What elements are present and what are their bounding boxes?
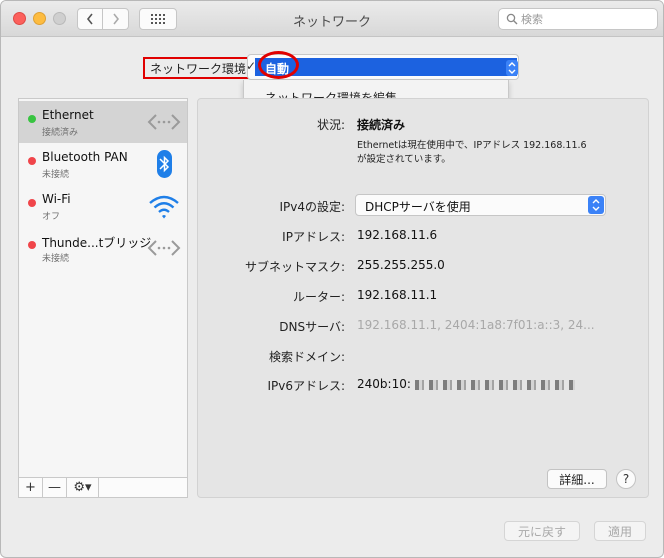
help-button[interactable]: ? [616, 469, 636, 489]
status-value: 接続済み [357, 118, 406, 132]
search-domain-label: 検索ドメイン: [268, 350, 345, 364]
ipv6-address-label: IPv6アドレス: [267, 379, 345, 393]
ethernet-icon [147, 114, 181, 130]
ipv4-label: IPv4の設定: [279, 200, 345, 214]
search-input[interactable] [521, 11, 651, 27]
title-bar: ネットワーク [1, 1, 663, 37]
location-label: ネットワーク環境 [143, 57, 254, 79]
service-status: オフ [42, 212, 61, 222]
service-status: 接続済み [42, 128, 79, 138]
service-list-controls: + — ⚙▾ [18, 478, 188, 498]
bluetooth-icon [157, 150, 172, 178]
subnet-mask-value: 255.255.255.0 [357, 258, 445, 272]
redacted-block [414, 379, 575, 390]
service-item-thunderbolt-bridge[interactable]: Thunde...tブリッジ 未接続 [19, 227, 187, 269]
router-value: 192.168.11.1 [357, 288, 438, 302]
subnet-mask-label: サブネットマスク: [244, 260, 345, 274]
router-label: ルーター: [292, 290, 345, 304]
status-dot [28, 157, 36, 165]
status-dot [28, 115, 36, 123]
add-service-button[interactable]: + [19, 478, 43, 497]
status-description-line-1: Ethernetは現在使用中で、IPアドレス 192.168.11.6 [357, 140, 587, 151]
gear-menu-button[interactable]: ⚙▾ [67, 478, 99, 497]
popup-arrow-icon [506, 60, 518, 76]
status-dot [28, 199, 36, 207]
remove-service-button[interactable]: — [43, 478, 67, 497]
apply-button[interactable]: 適用 [594, 521, 646, 541]
status-description: Ethernetは現在使用中で、IPアドレス 192.168.11.6 が設定さ… [357, 139, 587, 167]
search-icon [506, 13, 518, 25]
advanced-button[interactable]: 詳細... [547, 469, 607, 489]
service-item-wifi[interactable]: Wi-Fi オフ [19, 185, 187, 227]
dns-server-value: 192.168.11.1, 2404:1a8:7f01:a::3, 24... [357, 318, 595, 332]
network-preferences-window: ネットワーク ネットワーク環境 ✓ 自動 ネットワーク環境を編集... Ethe… [0, 0, 664, 558]
status-label: 状況: [316, 118, 345, 132]
service-name: Wi-Fi [42, 192, 71, 206]
ipv6-address-row: 240b:10: [357, 377, 575, 391]
wifi-icon [149, 195, 179, 219]
status-dot [28, 241, 36, 249]
service-status: 未接続 [42, 254, 70, 264]
service-name: Thunde...tブリッジ [42, 236, 152, 250]
thunderbolt-bridge-icon [147, 240, 181, 256]
service-item-bluetooth-pan[interactable]: Bluetooth PAN 未接続 [19, 143, 187, 185]
highlight-oval [258, 51, 299, 79]
ip-address-label: IPアドレス: [282, 230, 345, 244]
search-box[interactable] [498, 8, 658, 30]
ipv6-address-value: 240b:10: [357, 377, 411, 391]
service-list: Ethernet 接続済み Bluetooth PAN 未接続 Wi-Fi オフ [18, 98, 188, 478]
revert-button[interactable]: 元に戻す [504, 521, 580, 541]
ipv4-config-value: DHCPサーバを使用 [365, 200, 471, 214]
dns-server-label: DNSサーバ: [279, 320, 345, 334]
service-name: Ethernet [42, 108, 94, 122]
ip-address-value: 192.168.11.6 [357, 228, 438, 242]
service-item-ethernet[interactable]: Ethernet 接続済み [19, 101, 187, 143]
status-description-line-2: が設定されています。 [357, 154, 451, 165]
service-name: Bluetooth PAN [42, 150, 128, 164]
popup-arrow-icon [588, 196, 604, 214]
ipv4-config-select[interactable]: DHCPサーバを使用 [355, 194, 606, 216]
checkmark-icon: ✓ [246, 59, 257, 73]
service-status: 未接続 [42, 170, 70, 180]
